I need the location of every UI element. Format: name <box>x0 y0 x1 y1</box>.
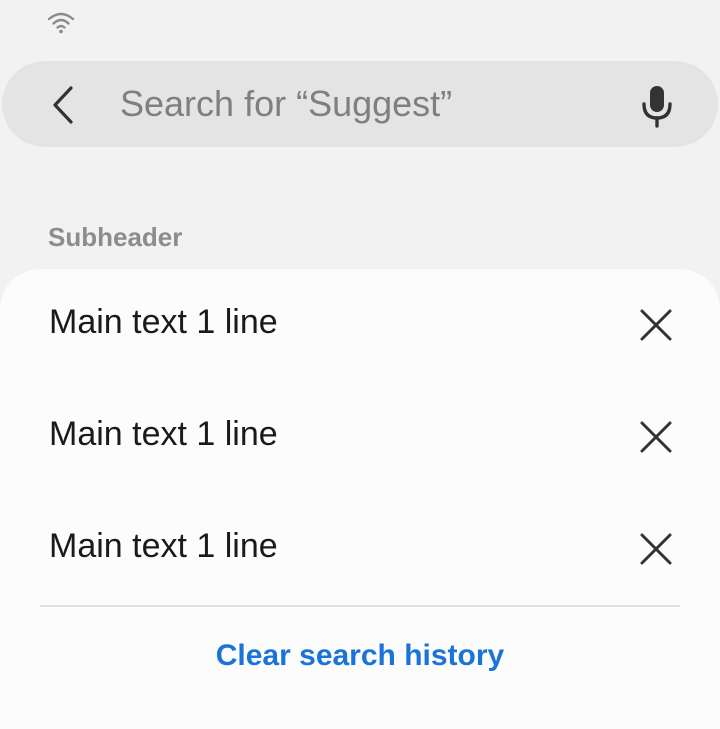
microphone-icon <box>642 86 672 128</box>
remove-item-button[interactable] <box>630 299 682 351</box>
chevron-left-icon <box>53 86 73 124</box>
divider <box>40 605 680 607</box>
back-button[interactable] <box>38 79 90 131</box>
status-bar <box>0 0 720 44</box>
recent-searches-card: Main text 1 line Main text 1 line Main t… <box>0 269 720 729</box>
clear-search-history-button[interactable]: Clear search history <box>0 639 720 673</box>
close-icon <box>640 309 672 341</box>
subheader: Subheader <box>48 222 183 252</box>
list-item-label: Main text 1 line <box>49 415 278 453</box>
close-icon <box>640 533 672 565</box>
voice-search-button[interactable] <box>630 79 684 133</box>
search-bar <box>2 61 718 147</box>
list-item-label: Main text 1 line <box>49 527 278 565</box>
remove-item-button[interactable] <box>630 411 682 463</box>
search-input[interactable] <box>120 79 600 129</box>
list-item[interactable]: Main text 1 line <box>0 381 720 493</box>
list-item[interactable]: Main text 1 line <box>0 269 720 381</box>
close-icon <box>640 421 672 453</box>
list-item[interactable]: Main text 1 line <box>0 493 720 605</box>
wifi-icon <box>47 12 75 34</box>
list-item-label: Main text 1 line <box>49 303 278 341</box>
remove-item-button[interactable] <box>630 523 682 575</box>
